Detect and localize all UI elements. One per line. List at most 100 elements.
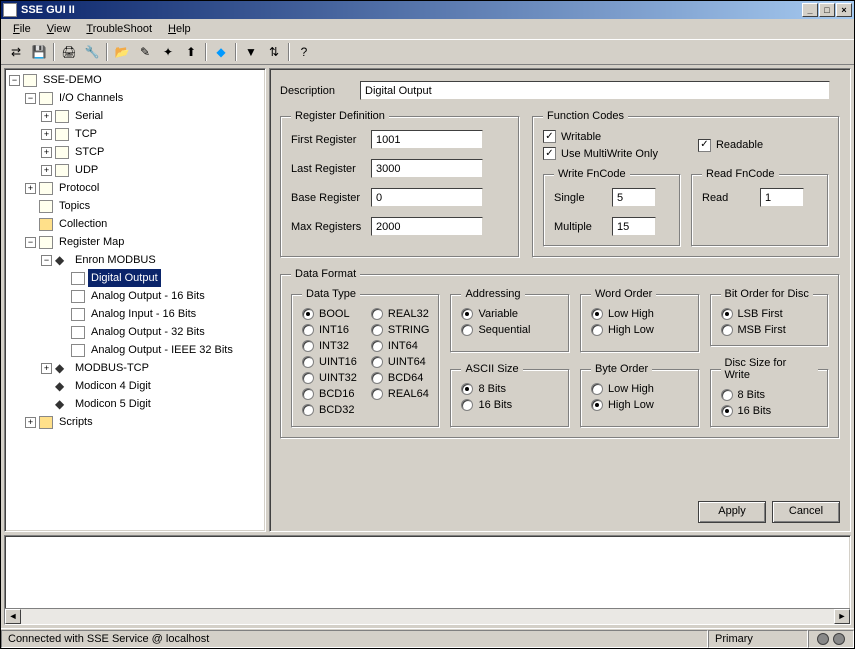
expand-icon[interactable]: +	[41, 111, 52, 122]
data-type-group: Data Type BOOL INT16 INT32 UINT16 UINT32…	[291, 288, 440, 428]
tree-view[interactable]: −SSE-DEMO −I/O Channels +Serial +TCP +ST…	[4, 68, 266, 532]
last-reg-label: Last Register	[291, 163, 371, 175]
dt-bcd32[interactable]: BCD32	[302, 404, 357, 416]
menu-help[interactable]: Help	[160, 21, 199, 37]
disc-8[interactable]: 8 Bits	[721, 389, 819, 401]
tree-serial[interactable]: Serial	[72, 107, 106, 125]
dt-int64[interactable]: INT64	[371, 340, 430, 352]
tree-io-channels[interactable]: I/O Channels	[56, 89, 126, 107]
tree-stcp[interactable]: STCP	[72, 143, 107, 161]
scroll-right-icon[interactable]: ►	[834, 609, 850, 624]
expand-icon[interactable]: +	[25, 183, 36, 194]
diamond-icon	[55, 254, 69, 267]
maximize-button[interactable]: □	[819, 3, 835, 17]
tree-register-map[interactable]: Register Map	[56, 233, 127, 251]
base-reg-input[interactable]	[371, 188, 483, 207]
tb-save-icon[interactable]: 💾	[28, 42, 50, 62]
description-input[interactable]	[360, 81, 830, 100]
tb-open-icon[interactable]: 📂	[111, 42, 133, 62]
byte-lowhigh[interactable]: Low High	[591, 383, 689, 395]
collapse-icon[interactable]: −	[9, 75, 20, 86]
collapse-icon[interactable]: −	[41, 255, 52, 266]
dt-bcd64[interactable]: BCD64	[371, 372, 430, 384]
tree-ai16[interactable]: Analog Input - 16 Bits	[88, 305, 199, 323]
word-highlow[interactable]: High Low	[591, 324, 689, 336]
expand-icon[interactable]: +	[41, 363, 52, 374]
menu-view[interactable]: View	[39, 21, 79, 37]
tb-up-icon[interactable]: ⬆	[180, 42, 202, 62]
dt-real64[interactable]: REAL64	[371, 388, 430, 400]
tree-collection[interactable]: Collection	[56, 215, 110, 233]
tb-filter-icon[interactable]: ▼	[240, 42, 262, 62]
dt-bool[interactable]: BOOL	[302, 308, 357, 320]
scroll-track[interactable]	[21, 609, 834, 624]
collapse-icon[interactable]: −	[25, 237, 36, 248]
titlebar: SSE GUI II _ □ ×	[1, 1, 854, 19]
tb-tools-icon[interactable]: 🔧	[81, 42, 103, 62]
tree-aoieee[interactable]: Analog Output - IEEE 32 Bits	[88, 341, 236, 359]
tree-modbus-tcp[interactable]: MODBUS-TCP	[72, 359, 152, 377]
tree-scripts[interactable]: Scripts	[56, 413, 96, 431]
bit-lsb[interactable]: LSB First	[721, 308, 819, 320]
tb-diamond-icon[interactable]: ◆	[210, 42, 232, 62]
horizontal-scrollbar[interactable]: ◄ ►	[5, 608, 850, 624]
bit-msb[interactable]: MSB First	[721, 324, 819, 336]
tree-enron[interactable]: Enron MODBUS	[72, 251, 159, 269]
tree-ao32[interactable]: Analog Output - 32 Bits	[88, 323, 208, 341]
tree-topics[interactable]: Topics	[56, 197, 93, 215]
tb-new-icon[interactable]: ✦	[157, 42, 179, 62]
read-input[interactable]	[760, 188, 804, 207]
tree-root[interactable]: SSE-DEMO	[40, 71, 105, 89]
expand-icon[interactable]: +	[41, 129, 52, 140]
addr-sequential[interactable]: Sequential	[461, 324, 559, 336]
ascii-8[interactable]: 8 Bits	[461, 383, 559, 395]
addr-variable[interactable]: Variable	[461, 308, 559, 320]
disc-16[interactable]: 16 Bits	[721, 405, 819, 417]
menu-file[interactable]: File	[5, 21, 39, 37]
tb-sort-icon[interactable]: ⇅	[263, 42, 285, 62]
tree-tcp[interactable]: TCP	[72, 125, 100, 143]
dt-string[interactable]: STRING	[371, 324, 430, 336]
tree-udp[interactable]: UDP	[72, 161, 101, 179]
tb-network-icon[interactable]: ⇄	[5, 42, 27, 62]
dt-uint64[interactable]: UINT64	[371, 356, 430, 368]
last-reg-input[interactable]	[371, 159, 483, 178]
tree-protocol[interactable]: Protocol	[56, 179, 102, 197]
single-input[interactable]	[612, 188, 656, 207]
ascii-16[interactable]: 16 Bits	[461, 399, 559, 411]
expand-icon[interactable]: +	[41, 147, 52, 158]
tb-help-icon[interactable]: ?	[293, 42, 315, 62]
readable-checkbox[interactable]: ✓Readable	[698, 130, 763, 160]
tb-print-icon[interactable]: 🖨	[58, 42, 80, 62]
first-reg-input[interactable]	[371, 130, 483, 149]
dt-uint16[interactable]: UINT16	[302, 356, 357, 368]
menu-troubleshoot[interactable]: TroubleShoot	[78, 21, 160, 37]
dt-int32[interactable]: INT32	[302, 340, 357, 352]
collapse-icon[interactable]: −	[25, 93, 36, 104]
expand-icon[interactable]: +	[41, 165, 52, 176]
dt-int16[interactable]: INT16	[302, 324, 357, 336]
diamond-icon	[55, 398, 69, 411]
tree-ao16[interactable]: Analog Output - 16 Bits	[88, 287, 208, 305]
tb-edit-icon[interactable]: ✎	[134, 42, 156, 62]
writable-checkbox[interactable]: ✓Writable	[543, 130, 658, 143]
apply-button[interactable]: Apply	[698, 501, 766, 523]
minimize-button[interactable]: _	[802, 3, 818, 17]
dt-real32[interactable]: REAL32	[371, 308, 430, 320]
dt-bcd16[interactable]: BCD16	[302, 388, 357, 400]
byte-highlow[interactable]: High Low	[591, 399, 689, 411]
expand-icon[interactable]: +	[25, 417, 36, 428]
max-reg-input[interactable]	[371, 217, 483, 236]
tree-mod5[interactable]: Modicon 5 Digit	[72, 395, 154, 413]
close-button[interactable]: ×	[836, 3, 852, 17]
tree-mod4[interactable]: Modicon 4 Digit	[72, 377, 154, 395]
tree-digital-output[interactable]: Digital Output	[88, 269, 161, 287]
multiwrite-checkbox[interactable]: ✓Use MultiWrite Only	[543, 147, 658, 160]
scroll-left-icon[interactable]: ◄	[5, 609, 21, 624]
log-panel[interactable]: ◄ ►	[4, 535, 851, 625]
word-lowhigh[interactable]: Low High	[591, 308, 689, 320]
multiple-input[interactable]	[612, 217, 656, 236]
dt-uint32[interactable]: UINT32	[302, 372, 357, 384]
protocol-icon	[39, 182, 53, 195]
cancel-button[interactable]: Cancel	[772, 501, 840, 523]
